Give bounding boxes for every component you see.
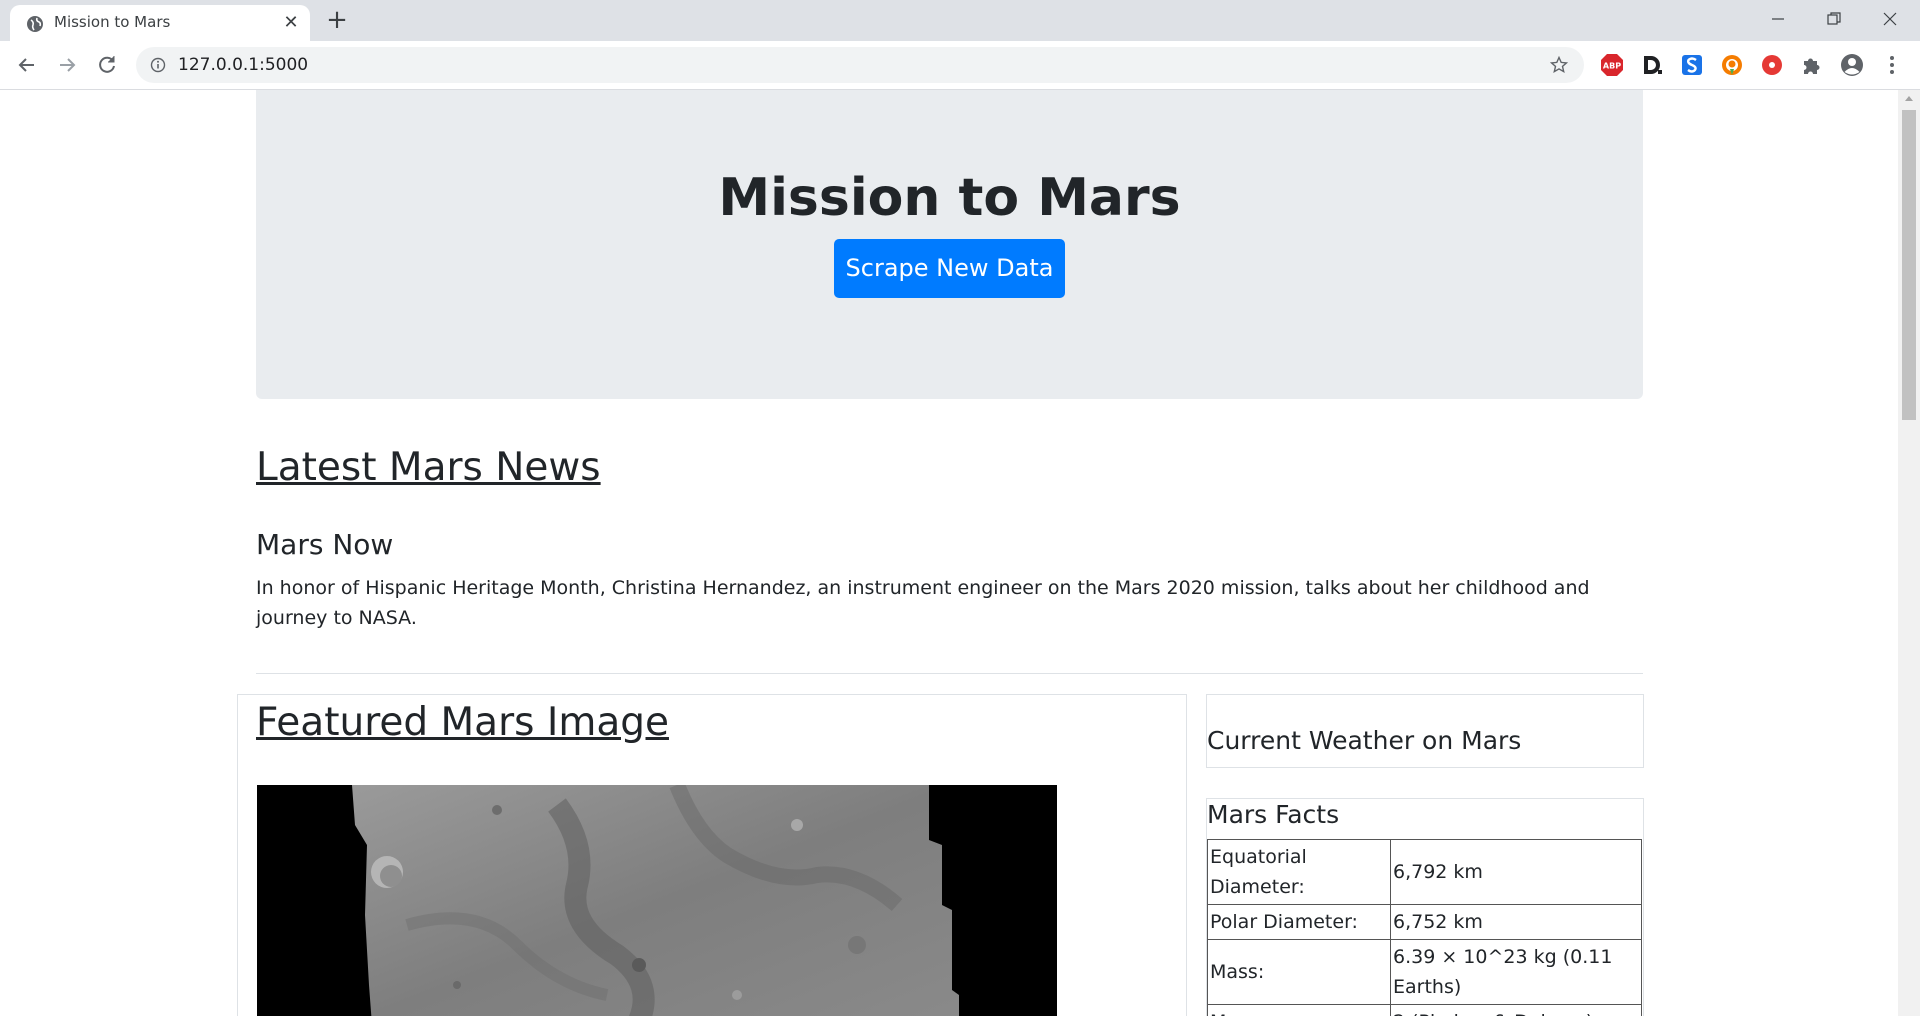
new-tab-button[interactable]: + — [322, 7, 352, 35]
bookmark-star-icon[interactable] — [1550, 56, 1568, 74]
s-extension-icon[interactable] — [1680, 53, 1704, 77]
info-icon[interactable] — [150, 57, 166, 73]
forward-icon[interactable] — [54, 52, 80, 78]
browser-tab[interactable]: Mission to Mars ✕ — [10, 5, 310, 41]
news-title: Mars Now — [256, 528, 394, 561]
fact-label: Moons: — [1207, 1004, 1391, 1016]
news-paragraph: In honor of Hispanic Heritage Month, Chr… — [256, 577, 1590, 629]
weather-heading: Current Weather on Mars — [1207, 726, 1522, 755]
reload-icon[interactable] — [94, 52, 120, 78]
fact-value: 6.39 × 10^23 kg (0.11 Earths) — [1390, 939, 1642, 1005]
page-viewport: Mission to Mars Scrape New Data Latest M… — [0, 90, 1898, 1016]
latest-news-heading: Latest Mars News — [256, 445, 601, 490]
table-row: Mass: 6.39 × 10^23 kg (0.11 Earths) — [1207, 939, 1642, 1005]
back-icon[interactable] — [14, 52, 40, 78]
abp-icon[interactable]: ABP — [1600, 53, 1624, 77]
address-bar[interactable]: 127.0.0.1:5000 — [136, 47, 1584, 83]
puzzle-icon[interactable] — [1800, 53, 1824, 77]
jumbotron: Mission to Mars Scrape New Data — [256, 90, 1643, 399]
fact-value: 6,792 km — [1390, 839, 1642, 905]
mars-facts-table: Equatorial Diameter: 6,792 km Polar Diam… — [1207, 839, 1642, 1016]
mars-surface-image — [257, 785, 1057, 1016]
close-window-button[interactable] — [1862, 0, 1918, 38]
divider — [256, 673, 1643, 674]
featured-mars-image — [257, 785, 1057, 1016]
scroll-up-arrow-icon[interactable] — [1905, 96, 1913, 101]
url-text[interactable]: 127.0.0.1:5000 — [178, 55, 308, 75]
vertical-scrollbar[interactable] — [1898, 90, 1920, 1016]
tab-title: Mission to Mars — [54, 13, 171, 31]
close-tab-icon[interactable]: ✕ — [280, 12, 302, 34]
fact-label: Mass: — [1207, 939, 1391, 1005]
facts-heading: Mars Facts — [1207, 800, 1340, 829]
fact-label: Polar Diameter: — [1207, 904, 1391, 940]
featured-image-heading: Featured Mars Image — [256, 700, 669, 745]
restore-icon — [1827, 12, 1841, 25]
record-icon[interactable] — [1760, 53, 1784, 77]
d-extension-icon[interactable] — [1640, 53, 1664, 77]
page-title: Mission to Mars — [718, 168, 1181, 228]
abp-label: ABP — [1603, 62, 1621, 71]
duckduckgo-icon[interactable] — [1720, 53, 1744, 77]
minimize-button[interactable] — [1750, 0, 1806, 38]
scrollbar-thumb[interactable] — [1902, 110, 1916, 420]
table-row: Moons: 2 (Phobos & Deimos) — [1207, 1004, 1642, 1016]
fact-value: 2 (Phobos & Deimos) — [1390, 1004, 1642, 1016]
scrape-new-data-button[interactable]: Scrape New Data — [834, 239, 1065, 298]
fact-label: Equatorial Diameter: — [1207, 839, 1391, 905]
globe-icon — [27, 16, 43, 32]
fact-value: 6,752 km — [1390, 904, 1642, 940]
close-icon — [1883, 12, 1897, 26]
profile-icon[interactable] — [1840, 53, 1864, 77]
menu-icon[interactable] — [1880, 53, 1904, 77]
minimize-icon — [1772, 18, 1784, 20]
table-row: Polar Diameter: 6,752 km — [1207, 904, 1642, 940]
tab-strip: Mission to Mars ✕ + — [0, 0, 1920, 41]
browser-toolbar: 127.0.0.1:5000 ABP — [0, 41, 1920, 90]
table-row: Equatorial Diameter: 6,792 km — [1207, 839, 1642, 905]
restore-button[interactable] — [1806, 0, 1862, 38]
